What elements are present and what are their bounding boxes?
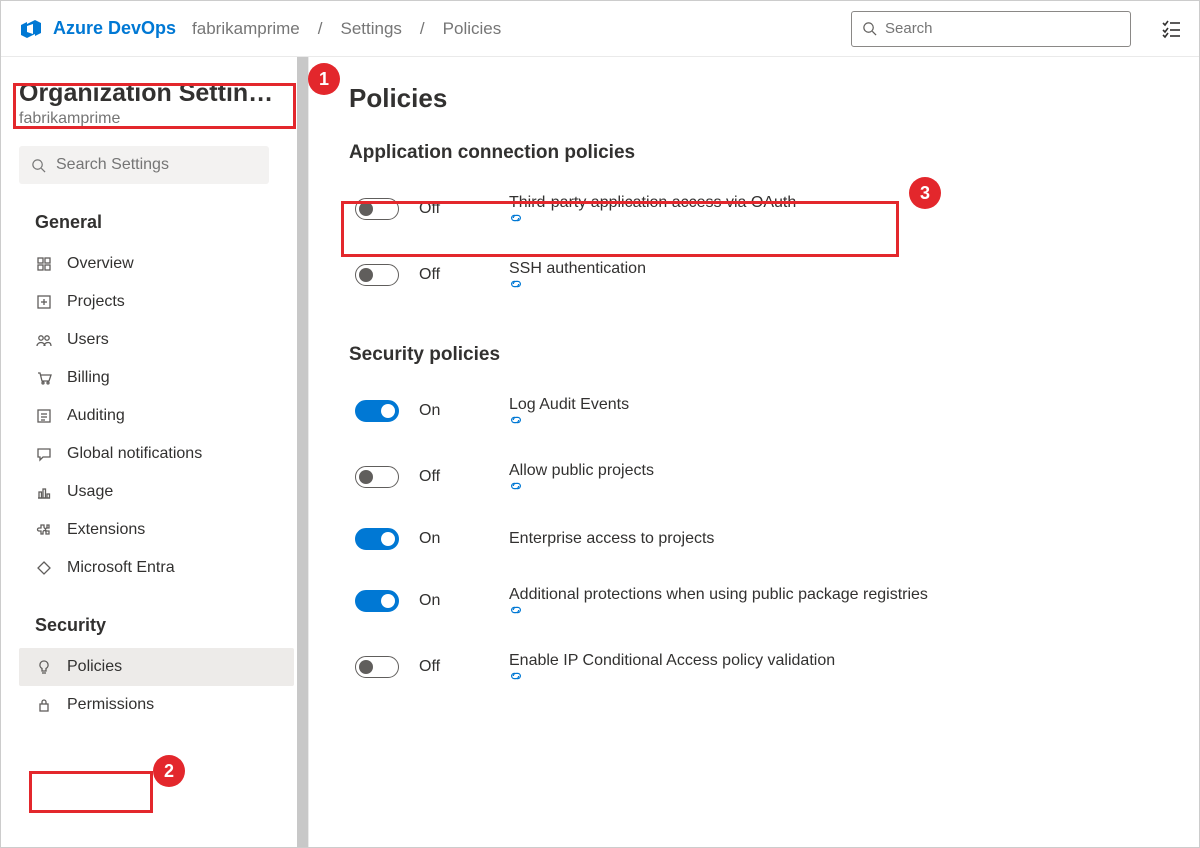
policy-row: On Additional protections when using publ… xyxy=(349,568,1159,634)
sidebar-search[interactable] xyxy=(19,146,269,184)
link-icon[interactable] xyxy=(509,480,660,492)
sidebar-item-label: Policies xyxy=(67,658,122,676)
policy-row: On Log Audit Events xyxy=(349,378,1159,444)
toggle-state-label: On xyxy=(419,592,459,610)
policy-toggle[interactable] xyxy=(355,528,399,550)
link-icon[interactable] xyxy=(509,212,802,224)
sidebar-item-permissions[interactable]: Permissions xyxy=(19,686,294,724)
link-icon[interactable] xyxy=(509,604,934,616)
breadcrumb-sep: / xyxy=(318,19,323,39)
policy-toggle[interactable] xyxy=(355,466,399,488)
toggle-state-label: Off xyxy=(419,468,459,486)
sidebar-item-label: Users xyxy=(67,331,109,349)
toggle-state-label: Off xyxy=(419,266,459,284)
brand-label[interactable]: Azure DevOps xyxy=(53,18,176,39)
breadcrumb-policies[interactable]: Policies xyxy=(443,19,502,39)
link-icon[interactable] xyxy=(509,670,841,682)
policy-name: Allow public projects xyxy=(509,462,660,492)
sidebar-item-microsoft-entra[interactable]: Microsoft Entra xyxy=(19,549,294,587)
link-icon[interactable] xyxy=(509,414,635,426)
main-content: Policies Application connection policies… xyxy=(309,57,1199,847)
sidebar-item-overview[interactable]: Overview xyxy=(19,245,294,283)
sidebar-item-label: Overview xyxy=(67,255,134,273)
policy-toggle[interactable] xyxy=(355,400,399,422)
sidebar-item-label: Auditing xyxy=(67,407,125,425)
chat-icon xyxy=(35,445,53,463)
plus-box-icon xyxy=(35,293,53,311)
azure-devops-logo-icon xyxy=(19,17,43,41)
toggle-state-label: Off xyxy=(419,658,459,676)
grid-icon xyxy=(35,255,53,273)
policy-name: Third-party application access via OAuth xyxy=(509,194,802,224)
sidebar-item-global-notifications[interactable]: Global notifications xyxy=(19,435,294,473)
breadcrumb-sep: / xyxy=(420,19,425,39)
policy-row: Off Allow public projects xyxy=(349,444,1159,510)
policy-toggle[interactable] xyxy=(355,656,399,678)
sidebar-item-label: Global notifications xyxy=(67,445,202,463)
org-name: fabrikamprime xyxy=(19,110,294,128)
sidebar-item-billing[interactable]: Billing xyxy=(19,359,294,397)
sidebar-group-security: Security xyxy=(35,615,294,636)
sidebar-item-label: Usage xyxy=(67,483,113,501)
breadcrumb-settings[interactable]: Settings xyxy=(340,19,401,39)
callout-badge-3: 3 xyxy=(909,177,941,209)
top-header: Azure DevOps fabrikamprime / Settings / … xyxy=(1,1,1199,57)
sidebar-item-extensions[interactable]: Extensions xyxy=(19,511,294,549)
toggle-state-label: Off xyxy=(419,200,459,218)
policy-name: Additional protections when using public… xyxy=(509,586,934,616)
policy-name: Enterprise access to projects xyxy=(509,530,714,548)
cart-icon xyxy=(35,369,53,387)
global-search-input[interactable] xyxy=(885,20,1120,37)
callout-badge-1: 1 xyxy=(308,63,340,95)
bulb-icon xyxy=(35,658,53,676)
policy-toggle[interactable] xyxy=(355,264,399,286)
callout-badge-2: 2 xyxy=(153,755,185,787)
users-icon xyxy=(35,331,53,349)
link-icon[interactable] xyxy=(509,278,652,290)
breadcrumb-org[interactable]: fabrikamprime xyxy=(192,19,300,39)
policy-row: On Enterprise access to projects xyxy=(349,510,1159,568)
section-title: Security policies xyxy=(349,344,1159,366)
policy-name: SSH authentication xyxy=(509,260,652,290)
scrollbar[interactable] xyxy=(297,57,308,847)
section-title: Application connection policies xyxy=(349,142,1159,164)
toggle-state-label: On xyxy=(419,530,459,548)
policy-name: Enable IP Conditional Access policy vali… xyxy=(509,652,841,682)
policy-row: Off Third-party application access via OA… xyxy=(349,176,1159,242)
sidebar-item-users[interactable]: Users xyxy=(19,321,294,359)
lock-icon xyxy=(35,696,53,714)
policy-row: Off Enable IP Conditional Access policy v… xyxy=(349,634,1159,700)
policy-toggle[interactable] xyxy=(355,590,399,612)
sidebar-item-usage[interactable]: Usage xyxy=(19,473,294,511)
policy-name: Log Audit Events xyxy=(509,396,635,426)
diamond-icon xyxy=(35,559,53,577)
chart-icon xyxy=(35,483,53,501)
sidebar-item-projects[interactable]: Projects xyxy=(19,283,294,321)
sidebar-item-label: Projects xyxy=(67,293,125,311)
list-icon xyxy=(35,407,53,425)
sidebar-item-label: Microsoft Entra xyxy=(67,559,175,577)
sidebar-item-policies[interactable]: Policies xyxy=(19,648,294,686)
puzzle-icon xyxy=(35,521,53,539)
search-icon xyxy=(862,21,877,36)
page-title: Policies xyxy=(349,83,1159,114)
policy-toggle[interactable] xyxy=(355,198,399,220)
sidebar-item-auditing[interactable]: Auditing xyxy=(19,397,294,435)
global-search[interactable] xyxy=(851,11,1131,47)
sidebar-item-label: Extensions xyxy=(67,521,145,539)
sidebar: Organization Settin… fabrikamprime Gener… xyxy=(1,57,309,847)
policy-row: Off SSH authentication xyxy=(349,242,1159,308)
org-settings-title: Organization Settin… xyxy=(19,79,279,108)
search-icon xyxy=(31,158,46,173)
sidebar-search-input[interactable] xyxy=(56,156,257,174)
sidebar-item-label: Billing xyxy=(67,369,110,387)
sidebar-item-label: Permissions xyxy=(67,696,154,714)
sidebar-group-general: General xyxy=(35,212,294,233)
task-list-icon[interactable] xyxy=(1161,19,1181,39)
toggle-state-label: On xyxy=(419,402,459,420)
